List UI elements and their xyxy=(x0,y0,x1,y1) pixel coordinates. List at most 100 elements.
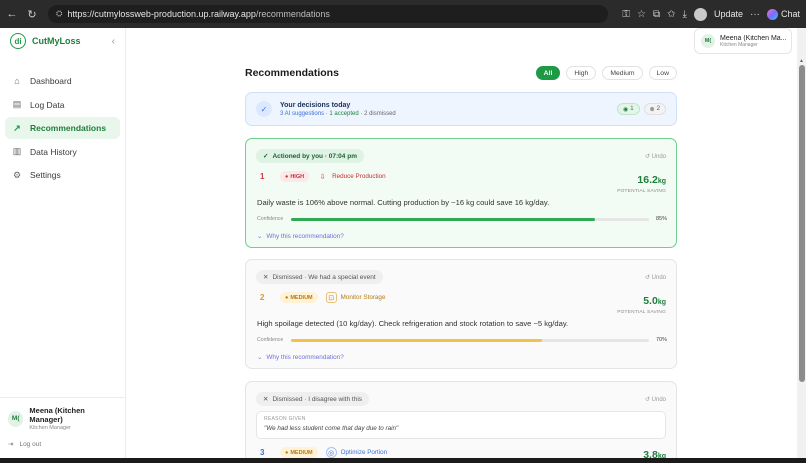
potential-saving: 5.0kg POTENTIAL SAVING xyxy=(617,291,666,315)
scrollbar[interactable]: ▲ xyxy=(797,28,806,458)
logo-icon: di xyxy=(10,33,26,49)
undo-icon: ↺ xyxy=(644,275,650,281)
undo-button[interactable]: ↺ Undo xyxy=(645,396,666,403)
sidebar-item-recommendations[interactable]: ↗ Recommendations xyxy=(5,117,120,140)
suggestions-count: 3 AI suggestions xyxy=(280,110,325,117)
logout-button[interactable]: ⇥ Log out xyxy=(8,440,117,449)
priority-label: HIGH xyxy=(290,173,305,180)
sidebar: di CutMyLoss ‹ ⌂ Dashboard ▤ Log Data ↗ … xyxy=(0,28,126,458)
dot-icon: ● xyxy=(285,449,289,456)
page-title: Recommendations xyxy=(245,67,339,79)
chat-label: Chat xyxy=(780,9,800,19)
status-text: Dismissed · We had a special event xyxy=(272,273,376,281)
rank-number: 3 xyxy=(260,448,265,457)
saving-label: POTENTIAL SAVING xyxy=(617,310,666,315)
sidebar-item-settings[interactable]: ⚙ Settings xyxy=(5,164,120,186)
dot-icon: ● xyxy=(285,173,289,180)
filter-medium[interactable]: Medium xyxy=(602,66,643,80)
sidebar-item-label: Settings xyxy=(30,170,61,181)
sidebar-item-dashboard[interactable]: ⌂ Dashboard xyxy=(5,70,120,92)
dismissed-badge: ⊗ 2 xyxy=(643,103,666,115)
action-type: ◎ Optimize Portion xyxy=(325,447,387,458)
chat-button[interactable]: Chat xyxy=(766,8,800,20)
confidence-track xyxy=(291,217,649,221)
recommendation-description: Daily waste is 106% above normal. Cuttin… xyxy=(257,198,550,207)
confidence-value: 85% xyxy=(655,216,667,222)
taskbar xyxy=(0,458,806,463)
filter-all[interactable]: All xyxy=(535,66,561,80)
favorites-icon[interactable]: ✩ xyxy=(667,9,675,20)
site-info-icon[interactable]: ⛭ xyxy=(56,9,62,19)
close-icon: ✕ xyxy=(263,396,269,403)
logout-label: Log out xyxy=(19,440,42,448)
undo-label: Undo xyxy=(651,275,666,281)
priority-label: MEDIUM xyxy=(290,449,313,456)
sidebar-item-data-history[interactable]: ▥ Data History xyxy=(5,141,120,163)
key-icon[interactable]: ⚿ xyxy=(622,9,630,20)
filter-high[interactable]: High xyxy=(566,66,597,80)
book-icon: ▥ xyxy=(12,146,22,157)
user-name: Meena (Kitchen Manager) xyxy=(29,406,85,424)
why-recommendation-toggle[interactable]: ⌄ Why this recommendation? xyxy=(257,353,344,362)
priority-badge: ● HIGH xyxy=(280,171,310,182)
decisions-summary: ✓ Your decisions today 3 AI suggestions … xyxy=(245,92,677,126)
address-bar[interactable]: ⛭ https://cutmylossweb-production.up.rai… xyxy=(48,5,608,23)
confidence-label: Confidence xyxy=(257,216,284,222)
summary-subtitle: 3 AI suggestions · 1 accepted · 2 dismis… xyxy=(280,111,396,117)
chevron-down-icon: ⌄ xyxy=(257,354,263,361)
more-menu-icon[interactable]: ··· xyxy=(750,9,760,20)
saving-value: 5.0 xyxy=(643,295,658,307)
reload-icon[interactable]: ↻ xyxy=(24,8,40,21)
target-icon: ◎ xyxy=(325,447,337,458)
page-header: Recommendations All High Medium Low xyxy=(245,66,677,80)
confidence-value: 70% xyxy=(655,337,667,343)
recommendation-card: ✕ Dismissed · We had a special event ↺ Un… xyxy=(245,259,677,369)
priority-badge: ● MEDIUM xyxy=(280,292,318,303)
app-window: di CutMyLoss ‹ ⌂ Dashboard ▤ Log Data ↗ … xyxy=(0,28,806,458)
undo-button[interactable]: ↺ Undo xyxy=(645,153,666,160)
confidence-meter: Confidence 70% xyxy=(257,337,667,343)
bookmark-star-icon[interactable]: ☆ xyxy=(637,9,646,20)
extensions-icon[interactable]: ⧉ xyxy=(653,9,660,20)
undo-icon: ↺ xyxy=(644,154,650,160)
saving-value: 16.2 xyxy=(637,174,658,186)
scrollbar-thumb[interactable] xyxy=(798,65,805,382)
reason-label: REASON GIVEN xyxy=(264,416,306,422)
user-menu[interactable]: M( Meena (Kitchen Ma... Kitchen Manager xyxy=(694,28,792,54)
saving-value: 3.8 xyxy=(643,449,658,458)
undo-icon: ↺ xyxy=(644,397,650,403)
undo-button[interactable]: ↺ Undo xyxy=(645,274,666,281)
status-badge: ✕ Dismissed · I disagree with this xyxy=(256,392,370,406)
priority-label: MEDIUM xyxy=(290,294,313,301)
dismissed-count: 2 dismissed xyxy=(364,110,396,117)
recommendation-card: ✓ Actioned by you · 07:04 pm ↺ Undo 1 ● HI… xyxy=(245,138,677,248)
action-type: ⇩ Reduce Production xyxy=(317,171,386,182)
why-recommendation-toggle[interactable]: ⌄ Why this recommendation? xyxy=(257,232,344,241)
profile-avatar[interactable] xyxy=(693,7,707,21)
saving-unit: kg xyxy=(657,178,666,185)
action-label: Monitor Storage xyxy=(340,294,386,301)
dot-icon: ● xyxy=(285,294,289,301)
summary-title: Your decisions today xyxy=(280,101,351,109)
clipboard-icon: ▤ xyxy=(12,99,22,110)
potential-saving: 16.2kg POTENTIAL SAVING xyxy=(617,170,666,194)
confidence-track xyxy=(291,338,649,342)
filter-low[interactable]: Low xyxy=(648,66,677,80)
priority-filters: All High Medium Low xyxy=(535,66,677,80)
confidence-fill xyxy=(291,217,596,221)
scroll-up-icon[interactable]: ▲ xyxy=(799,58,804,64)
url-host: https://cutmylossweb-production.up.railw… xyxy=(67,9,256,19)
check-circle-icon: ◉ xyxy=(623,106,629,113)
update-button[interactable]: Update xyxy=(714,9,743,19)
storage-icon: ⊡ xyxy=(325,292,337,303)
copilot-icon xyxy=(766,8,778,20)
url-path: /recommendations xyxy=(255,9,330,19)
gear-icon: ⚙ xyxy=(12,169,22,180)
download-icon[interactable]: ⤓ xyxy=(683,9,687,20)
collapse-sidebar-icon[interactable]: ‹ xyxy=(112,36,115,47)
why-label: Why this recommendation? xyxy=(266,232,344,240)
back-icon[interactable]: ← xyxy=(4,8,20,20)
user-name: Meena (Kitchen Ma... xyxy=(720,34,786,42)
accepted-badge: ◉ 1 xyxy=(617,103,640,115)
sidebar-item-log-data[interactable]: ▤ Log Data xyxy=(5,94,120,116)
